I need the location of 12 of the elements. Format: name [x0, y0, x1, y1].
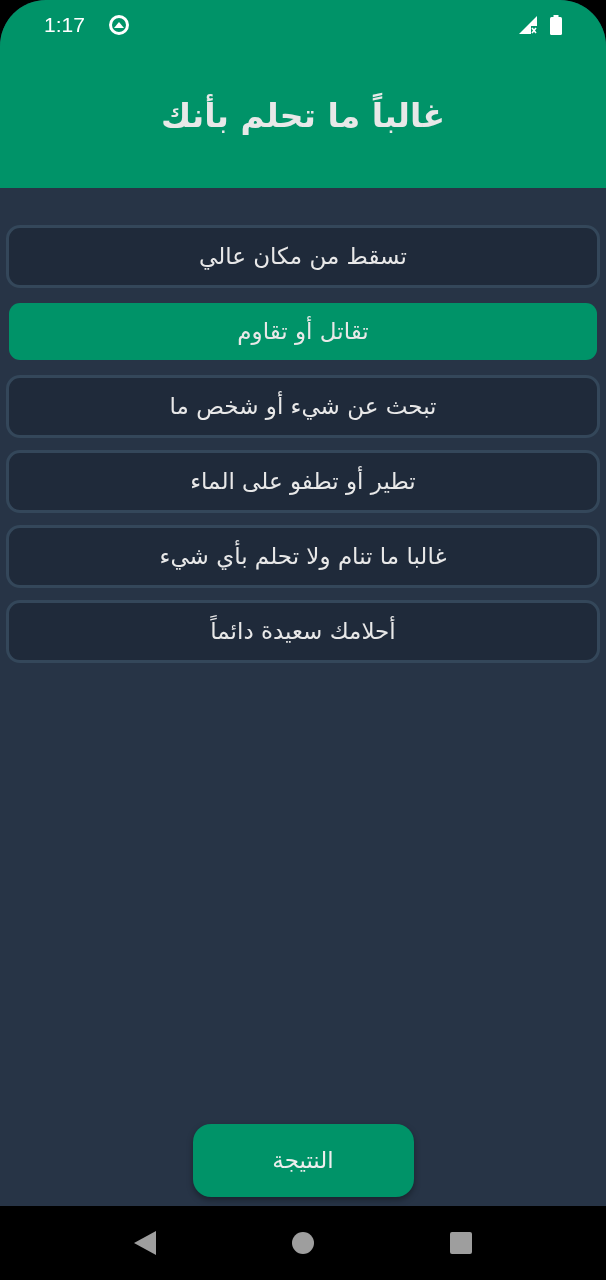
ring-icon: [107, 14, 130, 36]
answer-option[interactable]: تسقط من مكان عالي: [6, 225, 600, 288]
home-icon[interactable]: [292, 1232, 314, 1254]
status-time: 1:17: [44, 12, 85, 39]
answer-option[interactable]: أحلامك سعيدة دائماً: [6, 600, 600, 663]
answer-option[interactable]: تبحث عن شيء أو شخص ما: [6, 375, 600, 438]
signal-icon: [519, 16, 537, 34]
answer-option[interactable]: غالبا ما تنام ولا تحلم بأي شيء: [6, 525, 600, 588]
battery-icon: [550, 15, 562, 35]
page-title: غالباً ما تحلم بأنك: [161, 91, 445, 141]
answer-option[interactable]: تطير أو تطفو على الماء: [6, 450, 600, 513]
back-icon[interactable]: [134, 1231, 156, 1255]
